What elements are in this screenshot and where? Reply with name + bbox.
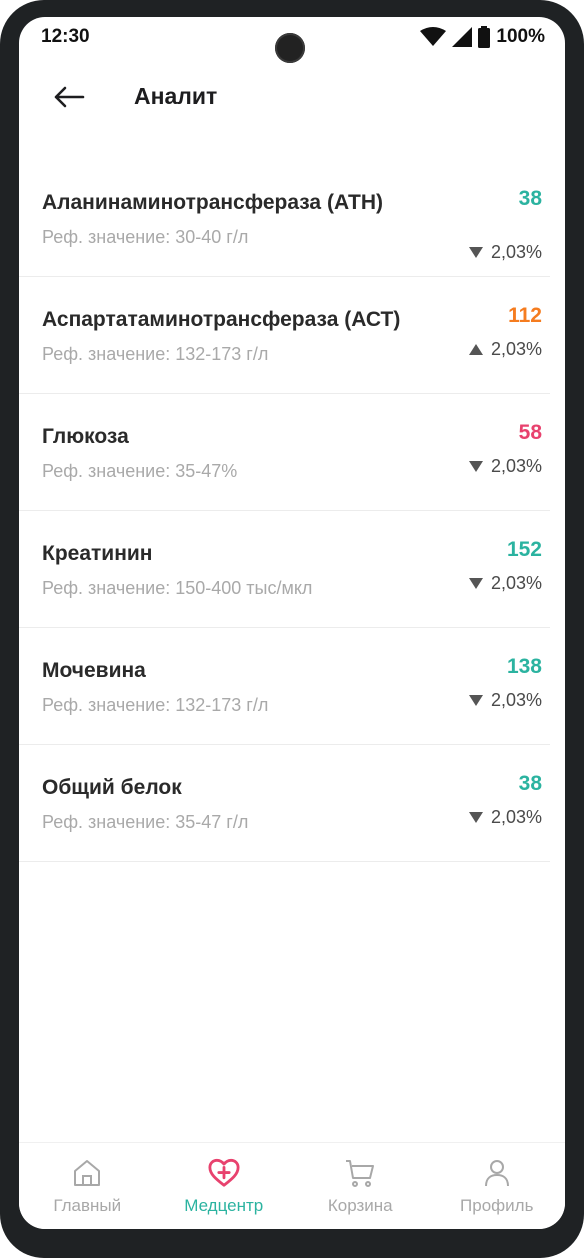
analyte-row[interactable]: Глюкоза Реф. значение: 35-47% 58 2,03% — [19, 394, 550, 511]
analyte-value: 38 — [518, 187, 542, 210]
analyte-name: Креатинин — [42, 542, 153, 565]
nav-item-medcenter[interactable]: Медцентр — [156, 1143, 293, 1229]
status-time: 12:30 — [41, 26, 90, 47]
front-camera — [275, 33, 305, 63]
analyte-row[interactable]: Креатинин Реф. значение: 150-400 тыс/мкл… — [19, 511, 550, 628]
battery-percent: 100% — [496, 26, 545, 47]
analyte-value: 112 — [508, 304, 542, 327]
analyte-change: 2,03% — [468, 690, 542, 711]
trend-down-icon — [468, 812, 483, 823]
nav-label: Главный — [53, 1196, 122, 1215]
volume-button — [578, 243, 584, 390]
analyte-name: Аспартатаминотрансфераза (АСТ) — [42, 308, 401, 331]
phone-frame: 12:30 100% Аналит Аланинаминотрансфераза… — [0, 0, 584, 1258]
trend-down-icon — [468, 578, 483, 589]
trend-up-icon — [468, 344, 483, 355]
analyte-value: 58 — [518, 421, 542, 444]
status-icons: 100% — [420, 26, 545, 48]
heart-plus-icon — [208, 1157, 240, 1189]
analyte-row[interactable]: Общий белок Реф. значение: 35-47 г/л 38 … — [19, 745, 550, 862]
home-icon — [71, 1157, 103, 1189]
nav-label: Медцентр — [184, 1196, 264, 1215]
change-percent: 2,03% — [490, 339, 542, 359]
analyte-change: 2,03% — [468, 339, 542, 360]
nav-item-cart[interactable]: Корзина — [292, 1143, 429, 1229]
battery-icon — [478, 26, 491, 48]
change-percent: 2,03% — [490, 807, 542, 827]
nav-label: Корзина — [327, 1196, 393, 1215]
change-percent: 2,03% — [490, 573, 542, 593]
analyte-change: 2,03% — [468, 242, 542, 263]
analyte-change: 2,03% — [468, 807, 542, 828]
bottom-navigation: Главный Медцентр Корзина Профиль — [19, 1142, 565, 1229]
app-header: Аналит — [19, 73, 565, 123]
analyte-list: Аланинаминотрансфераза (АТН) Реф. значен… — [19, 160, 550, 862]
analyte-row[interactable]: Аспартатаминотрансфераза (АСТ) Реф. знач… — [19, 277, 550, 394]
change-percent: 2,03% — [490, 456, 542, 476]
wifi-icon — [420, 27, 447, 47]
trend-down-icon — [468, 461, 483, 472]
analyte-name: Общий белок — [42, 776, 182, 799]
nav-item-profile[interactable]: Профиль — [429, 1143, 566, 1229]
analyte-value: 152 — [506, 538, 542, 561]
analyte-row[interactable]: Мочевина Реф. значение: 132-173 г/л 138 … — [19, 628, 550, 745]
analyte-change: 2,03% — [468, 573, 542, 594]
power-button — [578, 455, 584, 535]
analyte-name: Мочевина — [42, 659, 146, 682]
profile-icon — [481, 1157, 513, 1189]
analyte-name: Аланинаминотрансфераза (АТН) — [42, 191, 384, 214]
signal-icon — [452, 27, 473, 47]
change-percent: 2,03% — [490, 242, 542, 262]
cart-icon — [344, 1157, 376, 1189]
analyte-value: 138 — [506, 655, 542, 678]
page-title: Аналит — [134, 83, 218, 109]
arrow-left-icon — [53, 86, 85, 113]
analyte-row[interactable]: Аланинаминотрансфераза (АТН) Реф. значен… — [19, 160, 550, 277]
screen: 12:30 100% Аналит Аланинаминотрансфераза… — [19, 17, 565, 1229]
nav-label: Профиль — [460, 1196, 534, 1215]
nav-item-home[interactable]: Главный — [19, 1143, 156, 1229]
trend-down-icon — [468, 247, 483, 258]
change-percent: 2,03% — [490, 690, 542, 710]
analyte-name: Глюкоза — [42, 425, 129, 448]
status-bar: 12:30 100% — [19, 17, 565, 63]
analyte-value: 38 — [518, 772, 542, 795]
analyte-change: 2,03% — [468, 456, 542, 477]
trend-down-icon — [468, 695, 483, 706]
back-button[interactable] — [49, 79, 89, 119]
